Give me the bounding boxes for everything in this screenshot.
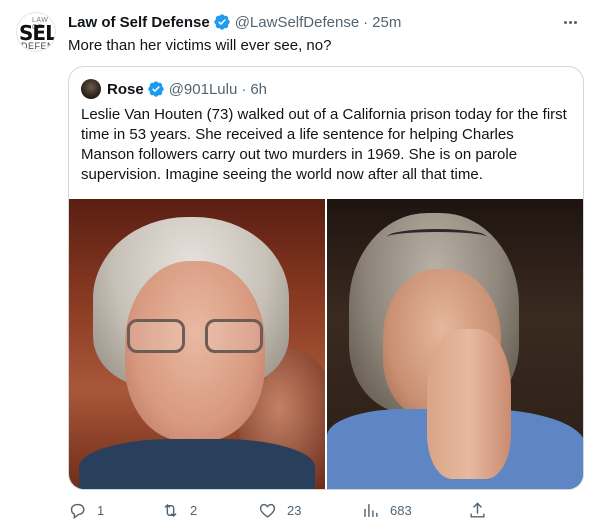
share-icon (470, 501, 485, 518)
tweet-actions: 1 2 23 683 (68, 498, 498, 522)
reply-icon (70, 503, 85, 519)
separator-dot: · (363, 13, 369, 31)
author-avatar[interactable]: LAW OF SELF DEFENSE (16, 12, 56, 52)
author-name[interactable]: Law of Self Defense (68, 14, 210, 31)
retweet-button[interactable]: 2 (161, 498, 197, 522)
share-button[interactable] (468, 498, 497, 522)
photo-woman-with-glasses[interactable] (69, 199, 325, 489)
quote-media (69, 199, 583, 489)
retweet-icon (164, 503, 177, 517)
like-icon (259, 503, 276, 518)
views-icon (364, 503, 378, 517)
separator-dot: · (241, 80, 247, 98)
quote-text: Leslie Van Houten (73) walked out of a C… (81, 106, 567, 183)
quote-author-handle[interactable]: @901Lulu (169, 81, 238, 98)
reply-count: 1 (97, 502, 105, 518)
tweet-header: Law of Self Defense @LawSelfDefense · 25… (68, 12, 401, 32)
verified-icon (148, 81, 164, 97)
quote-time[interactable]: 6h (250, 81, 267, 98)
tweet-time[interactable]: 25m (372, 14, 401, 31)
quote-author-avatar[interactable] (81, 79, 101, 99)
views-count: 683 (390, 502, 412, 518)
more-icon[interactable] (558, 10, 582, 34)
photo-woman-hands-clasped[interactable] (327, 199, 583, 489)
tweet-text: More than her victims will ever see, no? (68, 37, 332, 54)
quoted-tweet[interactable]: Rose @901Lulu · 6h Leslie Van Houten (73… (68, 66, 584, 490)
views-button[interactable]: 683 (361, 498, 412, 522)
quote-header: Rose @901Lulu · 6h (81, 79, 267, 99)
avatar-logo-bottom: DEFENSE (21, 41, 55, 51)
retweet-count: 2 (190, 502, 198, 518)
like-count: 23 (287, 502, 302, 518)
tweet[interactable]: LAW OF SELF DEFENSE Law of Self Defense … (0, 0, 598, 532)
verified-icon (214, 14, 230, 30)
reply-button[interactable]: 1 (68, 498, 104, 522)
quote-author-name[interactable]: Rose (107, 81, 144, 98)
author-handle[interactable]: @LawSelfDefense (235, 14, 359, 31)
like-button[interactable]: 23 (258, 498, 301, 522)
